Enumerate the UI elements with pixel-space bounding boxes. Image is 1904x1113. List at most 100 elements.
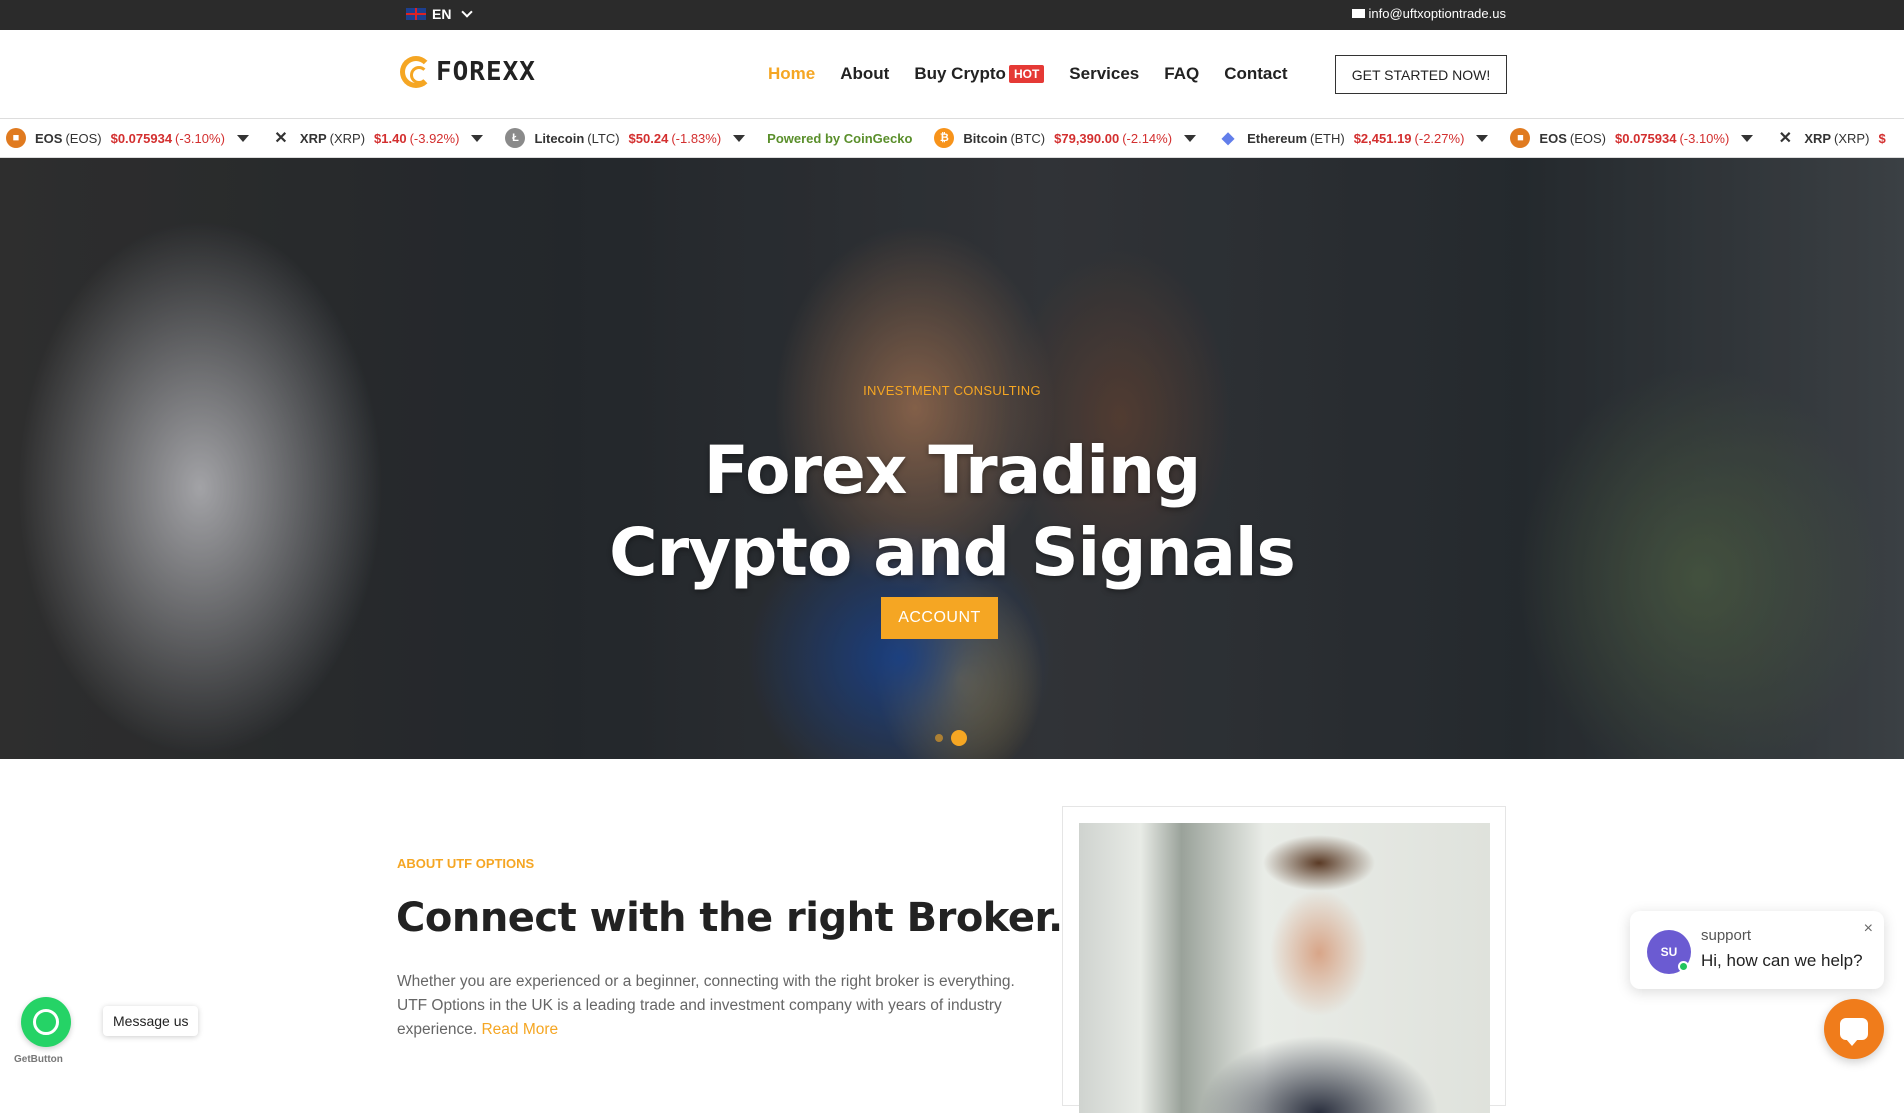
ethereum-icon: ◆ (1221, 130, 1235, 147)
nav-home[interactable]: Home (768, 64, 815, 84)
ticker-symbol: (XRP) (1834, 130, 1870, 146)
ticker-name: EOS (1539, 130, 1567, 146)
about-text: Whether you are experienced or a beginne… (397, 970, 1027, 1042)
main-nav: Home About Buy Crypto HOT Services FAQ Co… (768, 64, 1287, 84)
read-more-link[interactable]: Read More (481, 1021, 558, 1038)
getbutton-credit[interactable]: GetButton (14, 1054, 63, 1065)
about-eyebrow: ABOUT UTF OPTIONS (397, 856, 535, 871)
hero-title-line2: Crypto and Signals (609, 514, 1296, 591)
ticker-symbol: (XRP) (329, 130, 366, 146)
ticker-item-bitcoin[interactable]: ₿ Bitcoin (BTC) $79,390.00 (-2.14%) (934, 128, 1197, 148)
email-text: info@uftxoptiontrade.us (1368, 6, 1506, 21)
chat-popup[interactable]: SU support Hi, how can we help? × (1630, 911, 1884, 989)
ticker-change: (-3.10%) (1679, 130, 1730, 146)
triangle-down-icon (236, 134, 249, 142)
close-icon[interactable]: × (1864, 920, 1873, 938)
ticker-symbol: (EOS) (65, 130, 102, 146)
ticker-change: (-3.92%) (409, 130, 460, 146)
ticker-symbol: (BTC) (1010, 130, 1046, 146)
eos-icon: ■ (6, 128, 26, 148)
triangle-down-icon (1741, 134, 1754, 142)
ticker-name: XRP (1804, 130, 1832, 146)
ticker-change: (-2.27%) (1414, 130, 1465, 146)
about-title: Connect with the right Broker. (396, 895, 1063, 941)
ticker-name: EOS (35, 130, 63, 146)
hero-title-line1: Forex Trading (703, 432, 1202, 509)
nav-contact[interactable]: Contact (1224, 64, 1287, 84)
ticker-price: $0.075934 (110, 130, 173, 146)
coingecko-link[interactable]: CoinGecko (844, 131, 913, 146)
ticker-name: Ethereum (1247, 130, 1308, 146)
hero-eyebrow: INVESTMENT CONSULTING (863, 383, 1041, 398)
ticker-track: ■ EOS (EOS) $0.075934 (-3.10%) ✕ XRP (XR… (0, 128, 1904, 148)
ticker-price: $1.40 (374, 130, 407, 146)
site-header: FOREXX Home About Buy Crypto HOT Services… (0, 30, 1904, 118)
xrp-icon: ✕ (1778, 130, 1793, 147)
ticker-change: (-3.10%) (175, 130, 225, 146)
powered-prefix: Powered by (767, 130, 841, 146)
ticker-symbol: (LTC) (587, 130, 620, 146)
broker-photo (1079, 823, 1490, 1113)
ticker-item-eos[interactable]: ■ EOS (EOS) $0.075934 (-3.10%) (1510, 128, 1754, 148)
chat-bubble-icon (1840, 1018, 1868, 1046)
account-button[interactable]: ACCOUNT (881, 597, 998, 639)
chat-agent-name: support (1701, 927, 1752, 944)
litecoin-icon: Ł (505, 128, 526, 148)
chat-launcher-button[interactable] (1824, 999, 1884, 1059)
avatar: SU (1647, 930, 1691, 974)
slider-dot[interactable] (935, 734, 943, 742)
ticker-item-xrp[interactable]: ✕ XRP (XRP) $ (1775, 128, 1886, 148)
hero-banner: INVESTMENT CONSULTING Forex Trading Cryp… (0, 158, 1904, 759)
ticker-change: (-2.14%) (1122, 130, 1173, 146)
crypto-ticker: ■ EOS (EOS) $0.075934 (-3.10%) ✕ XRP (XR… (0, 118, 1904, 158)
online-status-icon (1678, 961, 1689, 972)
email-contact[interactable]: info@uftxoptiontrade.us (1352, 6, 1506, 21)
ticker-price: $79,390.00 (1054, 130, 1120, 146)
nav-buy-crypto-label: Buy Crypto (914, 64, 1006, 83)
about-photo-card (1062, 806, 1506, 1113)
nav-faq[interactable]: FAQ (1164, 64, 1199, 84)
envelope-icon (1352, 9, 1366, 18)
logo-text: FOREXX (436, 57, 536, 87)
chevron-down-icon (461, 6, 474, 18)
ticker-item-xrp[interactable]: ✕ XRP (XRP) $1.40 (-3.92%) (271, 128, 484, 148)
whatsapp-icon (33, 1009, 59, 1035)
hot-badge: HOT (1008, 65, 1045, 83)
uk-flag-icon (406, 8, 426, 20)
whatsapp-button[interactable] (21, 997, 71, 1047)
ticker-price: $ (1878, 130, 1886, 146)
chat-message: Hi, how can we help? (1701, 951, 1863, 970)
ticker-item-eos[interactable]: ■ EOS (EOS) $0.075934 (-3.10%) (6, 128, 249, 148)
ticker-name: Litecoin (534, 130, 585, 146)
ticker-change: (-1.83%) (671, 130, 722, 146)
powered-by[interactable]: Powered by CoinGecko (767, 131, 912, 146)
ticker-item-ethereum[interactable]: ◆ Ethereum (ETH) $2,451.19 (-2.27%) (1218, 128, 1489, 148)
eos-icon: ■ (1510, 128, 1531, 148)
slider-dot-active[interactable] (951, 730, 967, 746)
logo[interactable]: FOREXX (400, 56, 536, 88)
top-bar: EN info@uftxoptiontrade.us (0, 0, 1904, 30)
ticker-symbol: (ETH) (1310, 130, 1345, 146)
slider-dots (935, 730, 967, 746)
ticker-item-litecoin[interactable]: Ł Litecoin (LTC) $50.24 (-1.83%) (505, 128, 746, 148)
nav-services[interactable]: Services (1069, 64, 1139, 84)
triangle-down-icon (1476, 134, 1489, 142)
nav-about[interactable]: About (840, 64, 889, 84)
hero-title: Forex Trading Crypto and Signals (0, 430, 1904, 594)
ticker-symbol: (EOS) (1569, 130, 1606, 146)
triangle-down-icon (471, 134, 484, 142)
language-label: EN (432, 6, 452, 22)
xrp-icon: ✕ (274, 130, 288, 147)
nav-buy-crypto[interactable]: Buy Crypto HOT (914, 64, 1045, 84)
triangle-down-icon (733, 134, 746, 142)
language-selector[interactable]: EN (406, 6, 474, 22)
ticker-name: XRP (299, 130, 327, 146)
bitcoin-icon: ₿ (934, 128, 955, 148)
triangle-down-icon (1184, 134, 1197, 142)
message-us-label[interactable]: Message us (103, 1006, 199, 1036)
ticker-name: Bitcoin (963, 130, 1008, 146)
ticker-price: $2,451.19 (1353, 130, 1412, 146)
avatar-initials: SU (1660, 945, 1678, 959)
ticker-price: $0.075934 (1615, 130, 1677, 146)
get-started-button[interactable]: GET STARTED NOW! (1335, 55, 1507, 94)
